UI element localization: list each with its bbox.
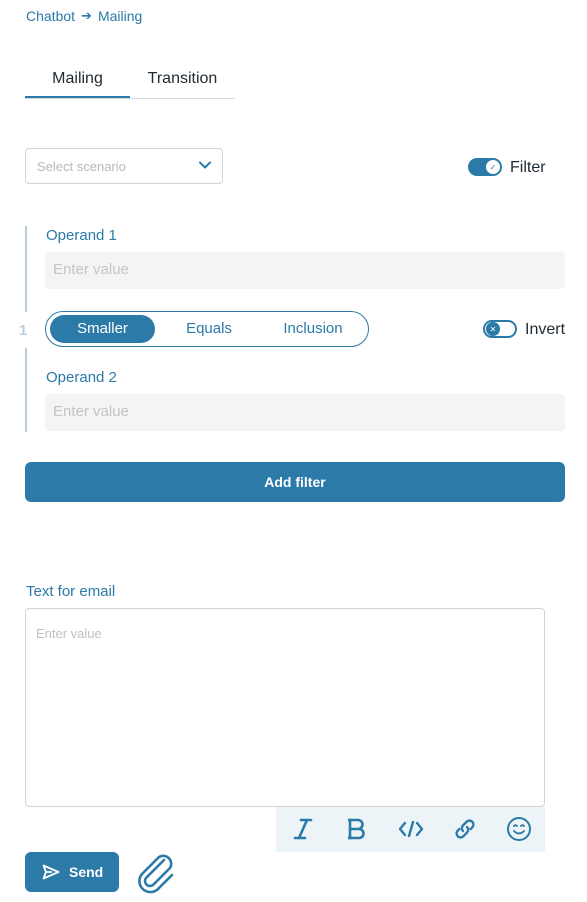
formatting-toolbar — [276, 807, 545, 852]
check-icon: ✓ — [486, 160, 500, 174]
filter-group-number: 1 — [19, 322, 28, 339]
operator-inclusion[interactable]: Inclusion — [261, 315, 365, 343]
scenario-select[interactable]: Select scenario — [25, 148, 223, 184]
close-icon: ✕ — [486, 322, 500, 336]
link-icon[interactable] — [451, 815, 479, 843]
bold-icon[interactable] — [343, 815, 371, 843]
filter-group-line — [25, 348, 27, 432]
breadcrumb-current: Mailing — [97, 8, 143, 24]
add-filter-button[interactable]: Add filter — [25, 462, 565, 502]
email-placeholder: Enter value — [36, 626, 102, 641]
send-label: Send — [69, 864, 104, 880]
emoji-icon[interactable] — [505, 815, 533, 843]
breadcrumb: Chatbot ➔ Mailing — [26, 8, 142, 24]
email-text-label: Text for email — [26, 583, 116, 600]
code-icon[interactable] — [397, 815, 425, 843]
breadcrumb-root[interactable]: Chatbot — [26, 8, 75, 24]
operand1-placeholder: Enter value — [53, 261, 129, 278]
operand2-input[interactable]: Enter value — [45, 394, 565, 431]
operator-smaller[interactable]: Smaller — [50, 315, 155, 343]
paperclip-icon[interactable] — [134, 850, 176, 894]
operand1-label: Operand 1 — [46, 227, 117, 244]
filter-group-line — [25, 226, 27, 312]
operand2-label: Operand 2 — [46, 369, 117, 386]
operator-segmented-control: Smaller Equals Inclusion — [45, 311, 369, 347]
operand1-input[interactable]: Enter value — [45, 252, 565, 289]
send-icon — [42, 864, 60, 880]
arrow-right-icon: ➔ — [81, 8, 92, 23]
scenario-placeholder: Select scenario — [37, 159, 126, 174]
tab-bar: Mailing Transition — [25, 64, 235, 99]
chevron-down-icon — [199, 161, 211, 169]
invert-toggle-label: Invert — [525, 321, 566, 338]
tab-transition[interactable]: Transition — [130, 64, 235, 98]
filter-toggle[interactable]: ✓ — [468, 158, 502, 176]
email-textarea[interactable]: Enter value — [25, 608, 545, 807]
tab-mailing[interactable]: Mailing — [25, 64, 130, 98]
italic-icon[interactable] — [289, 815, 317, 843]
send-button[interactable]: Send — [25, 852, 119, 892]
invert-toggle[interactable]: ✕ — [483, 320, 517, 338]
filter-toggle-label: Filter — [510, 159, 546, 176]
operator-equals[interactable]: Equals — [157, 315, 261, 343]
operand2-placeholder: Enter value — [53, 403, 129, 420]
